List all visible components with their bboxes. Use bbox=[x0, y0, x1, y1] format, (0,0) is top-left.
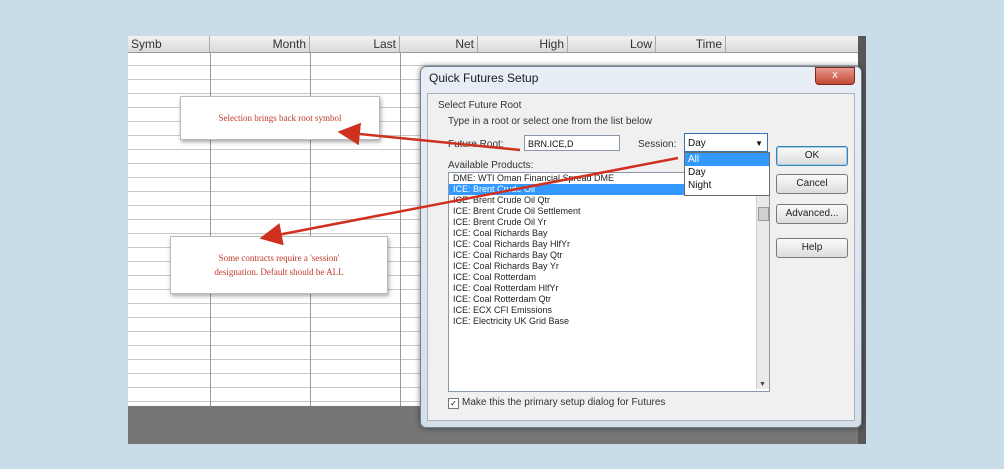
session-label: Session: bbox=[638, 139, 677, 150]
list-item[interactable]: ICE: Electricity UK Grid Base bbox=[449, 316, 769, 327]
column-header-low[interactable]: Low bbox=[568, 36, 656, 52]
quick-futures-setup-dialog: Quick Futures Setup x Select Future Root… bbox=[420, 66, 862, 428]
dialog-client-area: Select Future Root Type in a root or sel… bbox=[427, 93, 855, 421]
list-item[interactable]: ICE: Coal Richards Bay HlfYr bbox=[449, 239, 769, 250]
dropdown-arrow-icon[interactable]: ▼ bbox=[755, 134, 763, 153]
available-products-label: Available Products: bbox=[448, 160, 534, 171]
session-option-night[interactable]: Night bbox=[685, 179, 769, 192]
list-item[interactable]: ICE: Brent Crude Oil Yr bbox=[449, 217, 769, 228]
annotation-callout-root-symbol: Selection brings back root symbol bbox=[180, 96, 380, 140]
column-header-net[interactable]: Net bbox=[400, 36, 478, 52]
scroll-down-icon[interactable]: ▼ bbox=[759, 381, 766, 388]
list-item[interactable]: ICE: Coal Richards Bay Qtr bbox=[449, 250, 769, 261]
annotation-text: Some contracts require a 'session' bbox=[218, 253, 340, 263]
session-select[interactable]: Day ▼ bbox=[684, 133, 768, 152]
instruction-text: Type in a root or select one from the li… bbox=[448, 116, 652, 127]
session-dropdown-list: All Day Night bbox=[684, 152, 770, 196]
column-header-symb[interactable]: Symb bbox=[128, 36, 210, 52]
list-item[interactable]: ICE: ECX CFI Emissions bbox=[449, 305, 769, 316]
list-item[interactable]: ICE: Coal Richards Bay bbox=[449, 228, 769, 239]
session-option-day[interactable]: Day bbox=[685, 166, 769, 179]
future-root-label: Future Root: bbox=[448, 139, 504, 150]
help-button[interactable]: Help bbox=[776, 238, 848, 258]
annotation-text: designation. Default should be ALL bbox=[214, 267, 344, 277]
session-select-value: Day bbox=[688, 138, 706, 149]
primary-setup-label: Make this the primary setup dialog for F… bbox=[462, 397, 666, 408]
quote-sheet-header: Symb Month Last Net High Low Time bbox=[128, 36, 858, 53]
list-item[interactable]: ICE: Coal Rotterdam HlfYr bbox=[449, 283, 769, 294]
select-future-root-label: Select Future Root bbox=[438, 100, 522, 111]
column-header-last[interactable]: Last bbox=[310, 36, 400, 52]
annotation-text: Selection brings back root symbol bbox=[218, 113, 342, 123]
future-root-input[interactable]: BRN.ICE,D bbox=[524, 135, 620, 151]
column-divider bbox=[400, 52, 401, 406]
list-item[interactable]: ICE: Brent Crude Oil Qtr bbox=[449, 195, 769, 206]
column-header-high[interactable]: High bbox=[478, 36, 568, 52]
list-item[interactable]: ICE: Coal Rotterdam Qtr bbox=[449, 294, 769, 305]
list-item[interactable]: ICE: Brent Crude Oil Settlement bbox=[449, 206, 769, 217]
annotation-callout-session: Some contracts require a 'session' desig… bbox=[170, 236, 388, 294]
dialog-title: Quick Futures Setup bbox=[429, 71, 539, 85]
close-button[interactable]: x bbox=[815, 67, 855, 85]
session-option-all[interactable]: All bbox=[685, 153, 769, 166]
ok-button[interactable]: OK bbox=[776, 146, 848, 166]
primary-setup-checkbox[interactable]: ✓ bbox=[448, 398, 459, 409]
cancel-button[interactable]: Cancel bbox=[776, 174, 848, 194]
scrollbar-thumb[interactable] bbox=[758, 207, 769, 221]
list-item[interactable]: ICE: Coal Rotterdam bbox=[449, 272, 769, 283]
advanced-button[interactable]: Advanced... bbox=[776, 204, 848, 224]
column-header-month[interactable]: Month bbox=[210, 36, 310, 52]
column-header-time[interactable]: Time bbox=[656, 36, 726, 52]
list-item[interactable]: ICE: Coal Richards Bay Yr bbox=[449, 261, 769, 272]
available-products-list[interactable]: DME: WTI Oman Financial Spread DME ICE: … bbox=[448, 172, 770, 392]
products-scrollbar[interactable]: ▼ bbox=[756, 173, 769, 389]
